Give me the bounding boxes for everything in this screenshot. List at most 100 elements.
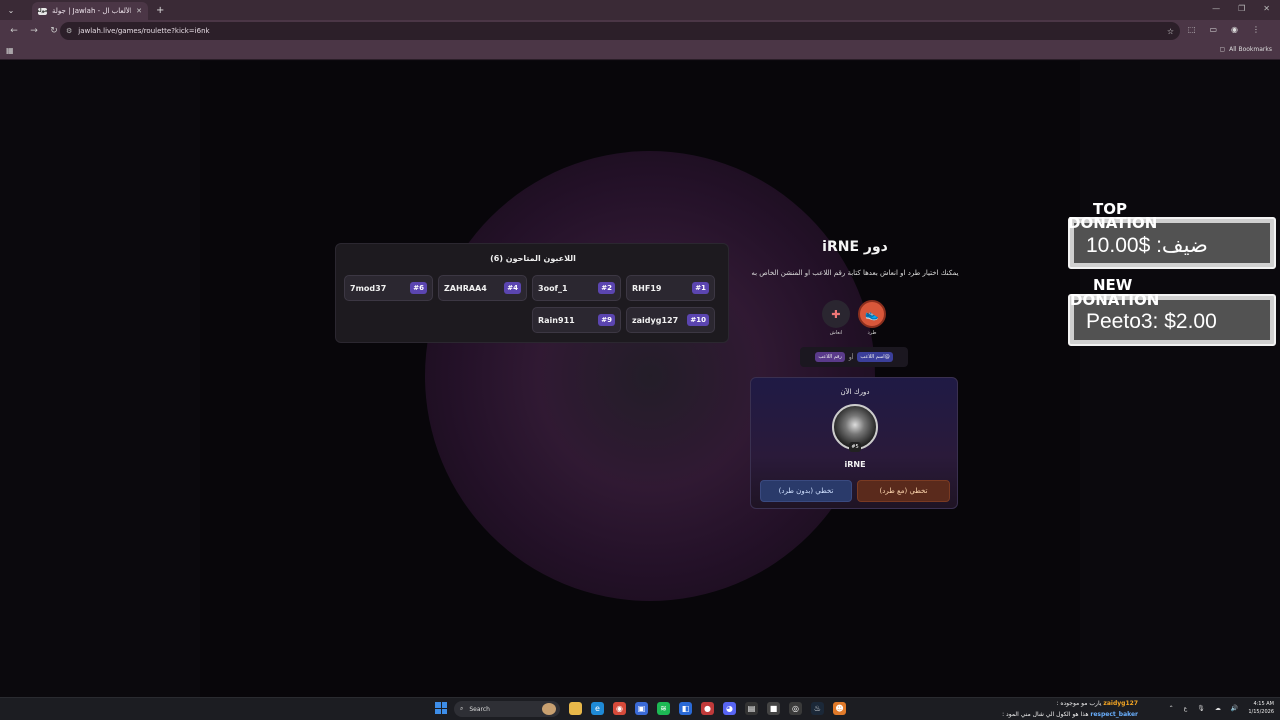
tab-search-icon[interactable]: ⌄ <box>4 3 18 17</box>
spotify-icon[interactable]: ≋ <box>657 702 670 715</box>
store-icon[interactable]: ▣ <box>635 702 648 715</box>
player-number: #2 <box>598 282 615 294</box>
input-hint: @اسم اللاعب أو رقم اللاعب <box>800 347 908 367</box>
tab-title: جولة | Jawlah - منصة الألعاب ال... <box>52 7 132 15</box>
apps-grid-icon[interactable]: ▦ <box>6 46 14 55</box>
player-number: #10 <box>687 314 709 326</box>
top-donation-tag-2: DONATION <box>1068 214 1158 232</box>
menu-icon[interactable]: ⋮ <box>1252 25 1260 34</box>
address-bar[interactable]: ⚙ jawlah.live/games/roulette?kick=i6nk ☆ <box>60 22 1180 40</box>
skip-without-kick-button[interactable]: تخطي (بدون طرد) <box>760 480 852 502</box>
syringe-icon: ✚ <box>822 300 850 328</box>
player-chip[interactable]: RHF19 #1 <box>626 275 715 301</box>
clock[interactable]: 4:15 AM 1/15/2026 <box>1248 700 1274 716</box>
browser-tabbar: ⌄ جولة جولة | Jawlah - منصة الألعاب ال..… <box>0 0 1280 20</box>
player-chip[interactable]: 3oof_1 #2 <box>532 275 621 301</box>
revive-action[interactable]: ✚ انعاش <box>821 300 851 336</box>
windows-start-icon[interactable] <box>435 702 447 714</box>
discord-icon[interactable]: ◕ <box>723 702 736 715</box>
taskbar-search[interactable]: ⌕ Search <box>454 701 560 717</box>
app-icon[interactable]: ◧ <box>679 702 692 715</box>
your-turn-label: دورك الآن <box>840 388 870 396</box>
bookmark-star-icon[interactable]: ☆ <box>1167 27 1174 36</box>
kick-action[interactable]: 👟 طرد <box>857 300 887 336</box>
folder-icon: ▢ <box>1219 46 1226 53</box>
current-turn-card: دورك الآن #5 iRNE تخطي (مع طرد) تخطي (بد… <box>750 377 958 509</box>
turn-title: دور iRNE <box>822 239 888 255</box>
edge-icon[interactable]: e <box>591 702 604 715</box>
cast-icon[interactable]: ▭ <box>1209 25 1217 34</box>
new-donation-value: Peeto3: $2.00 <box>1086 310 1217 333</box>
player-name: zaidyg127 <box>632 315 679 325</box>
network-icon[interactable]: ☁ <box>1215 705 1221 712</box>
obs-recording-icon[interactable]: ● <box>701 702 714 715</box>
chat-overlay: zaidyg127 يارب مو موجوده : respect_baker… <box>988 698 1138 720</box>
top-donation-value: ضيف: $10.00 <box>1086 234 1208 257</box>
player-badge: #5 <box>849 442 861 452</box>
terminal-icon[interactable]: ▤ <box>745 702 758 715</box>
players-title: اللاعبون المتاحون (6) <box>490 254 576 263</box>
forward-icon[interactable]: → <box>28 26 40 36</box>
language-indicator[interactable]: ع <box>1184 705 1188 712</box>
player-name: ZAHRAA4 <box>444 283 487 293</box>
new-donation-tag-2: DONATION <box>1070 291 1160 309</box>
chat-message: هذا هو الكول الي شال مني المود : <box>1002 711 1089 718</box>
chrome-icon[interactable]: ◉ <box>613 702 626 715</box>
chevron-up-icon[interactable]: ⌃ <box>1169 705 1174 712</box>
steam-icon[interactable]: ♨ <box>811 702 824 715</box>
volume-icon[interactable]: 🔊 <box>1231 705 1238 712</box>
mic-icon[interactable]: 🎙 <box>1197 705 1205 712</box>
available-players-panel: اللاعبون المتاحون (6) RHF19 #1 3oof_1 #2… <box>335 243 729 343</box>
site-info-icon[interactable]: ⚙ <box>66 27 72 35</box>
close-window-icon[interactable]: ✕ <box>1263 4 1270 13</box>
player-chip[interactable]: 7mod37 #6 <box>344 275 433 301</box>
hint-or: أو <box>848 353 854 361</box>
reload-icon[interactable]: ↻ <box>48 26 60 36</box>
player-chip[interactable]: Rain911 #9 <box>532 307 621 333</box>
chat-line: respect_baker هذا هو الكول الي شال مني ا… <box>988 709 1138 720</box>
close-tab-icon[interactable]: ✕ <box>136 7 142 15</box>
player-name: Rain911 <box>538 315 575 325</box>
app-icon-3[interactable]: ☻ <box>833 702 846 715</box>
profile-icon[interactable]: ◉ <box>1231 25 1238 34</box>
new-tab-icon[interactable]: + <box>156 5 164 16</box>
browser-tab[interactable]: جولة جولة | Jawlah - منصة الألعاب ال... … <box>32 2 148 20</box>
url-text: jawlah.live/games/roulette?kick=i6nk <box>78 27 210 35</box>
back-icon[interactable]: ← <box>8 26 20 36</box>
player-name: 7mod37 <box>350 283 387 293</box>
all-bookmarks-button[interactable]: ▢ All Bookmarks <box>1219 46 1272 53</box>
turn-description: يمكنك اختيار طرد او انعاش بعدها كتابة رق… <box>751 269 959 277</box>
chat-user: respect_baker <box>1090 711 1138 718</box>
player-number: #4 <box>504 282 521 294</box>
file-explorer-icon[interactable] <box>569 702 582 715</box>
browser-toolbar: ← → ↻ ⚙ jawlah.live/games/roulette?kick=… <box>0 20 1280 42</box>
roulette-wheel <box>425 151 875 601</box>
screen: ⌄ جولة جولة | Jawlah - منصة الألعاب ال..… <box>0 0 1280 720</box>
search-icon: ⌕ <box>460 705 464 712</box>
taskbar: ⌕ Search e ◉ ▣ ≋ ◧ ● ◕ ▤ ■ ◎ ♨ ☻ zaidyg1… <box>0 697 1280 720</box>
all-bookmarks-label: All Bookmarks <box>1229 46 1272 53</box>
extensions-icon[interactable]: ⬚ <box>1188 25 1196 34</box>
player-name: RHF19 <box>632 283 662 293</box>
game-page: اللاعبون المتاحون (6) RHF19 #1 3oof_1 #2… <box>0 61 1280 697</box>
minimize-icon[interactable]: — <box>1212 4 1220 13</box>
search-label: Search <box>469 705 490 713</box>
player-name: 3oof_1 <box>538 283 568 293</box>
obs-icon[interactable]: ◎ <box>789 702 802 715</box>
player-chip[interactable]: zaidyg127 #10 <box>626 307 715 333</box>
favicon-icon: جولة <box>36 7 49 15</box>
hint-player-number: رقم اللاعب <box>815 352 845 362</box>
app-icon-2[interactable]: ■ <box>767 702 780 715</box>
player-number: #1 <box>692 282 709 294</box>
hint-player-name: @اسم اللاعب <box>857 352 893 362</box>
skip-with-kick-button[interactable]: تخطي (مع طرد) <box>857 480 950 502</box>
player-number: #9 <box>598 314 615 326</box>
system-tray: ⌃ ع 🎙 ☁ 🔊 4:15 AM 1/15/2026 <box>1169 700 1274 716</box>
clock-date: 1/15/2026 <box>1248 709 1274 715</box>
bookmarks-bar: ▦ ▢ All Bookmarks <box>0 42 1280 60</box>
right-dim-panel <box>1080 61 1280 697</box>
kick-icon: 👟 <box>858 300 886 328</box>
revive-label: انعاش <box>829 330 843 336</box>
restore-icon[interactable]: ❐ <box>1238 4 1245 13</box>
player-chip[interactable]: ZAHRAA4 #4 <box>438 275 527 301</box>
